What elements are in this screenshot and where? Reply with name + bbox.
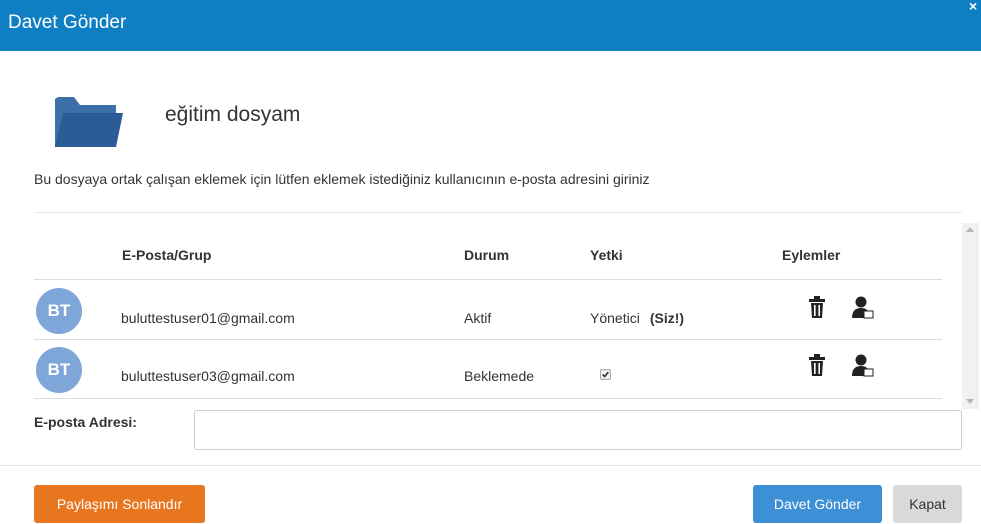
column-header-status: Durum — [464, 247, 510, 263]
avatar: BT — [36, 288, 82, 334]
scrollbar[interactable] — [962, 223, 979, 409]
column-header-permission: Yetki — [590, 247, 623, 263]
permission-label: Yönetici — [590, 310, 640, 326]
row-status: Aktif — [464, 310, 492, 326]
folder-icon — [55, 97, 123, 147]
row-email: buluttestuser03@gmail.com — [121, 368, 295, 384]
column-header-actions: Eylemler — [782, 247, 841, 263]
you-label: (Siz!) — [649, 310, 685, 326]
row-divider — [34, 398, 942, 399]
user-permission-icon[interactable] — [852, 354, 874, 378]
scroll-down-icon[interactable] — [966, 399, 974, 404]
collaborators-table: E-Posta/Grup Durum Yetki Eylemler BT bul… — [34, 222, 962, 408]
column-header-email: E-Posta/Grup — [122, 247, 212, 263]
avatar: BT — [36, 347, 82, 393]
instructions-text: Bu dosyaya ortak çalışan eklemek için lü… — [34, 171, 650, 187]
scroll-up-icon[interactable] — [966, 227, 974, 232]
divider — [34, 212, 962, 213]
folder-name: eğitim dosyam — [165, 103, 301, 126]
close-button[interactable]: Kapat — [893, 485, 962, 523]
footer-divider — [0, 465, 981, 466]
dialog-header: Davet Gönder × — [0, 0, 981, 51]
send-invite-button[interactable]: Davet Gönder — [753, 485, 882, 523]
row-divider — [34, 339, 942, 340]
row-email: buluttestuser01@gmail.com — [121, 310, 295, 326]
close-icon[interactable]: × — [969, 0, 981, 14]
permission-checkbox[interactable] — [600, 369, 611, 380]
email-input[interactable] — [194, 410, 962, 450]
trash-icon[interactable] — [806, 354, 828, 378]
row-permission: Yönetici (Siz!) — [590, 310, 684, 326]
trash-icon[interactable] — [806, 296, 828, 320]
dialog-title: Davet Gönder — [8, 12, 127, 33]
end-sharing-button[interactable]: Paylaşımı Sonlandır — [34, 485, 205, 523]
row-status: Beklemede — [464, 368, 535, 384]
email-label: E-posta Adresi: — [34, 414, 137, 430]
row-divider — [34, 279, 942, 280]
user-permission-icon[interactable] — [852, 296, 874, 320]
